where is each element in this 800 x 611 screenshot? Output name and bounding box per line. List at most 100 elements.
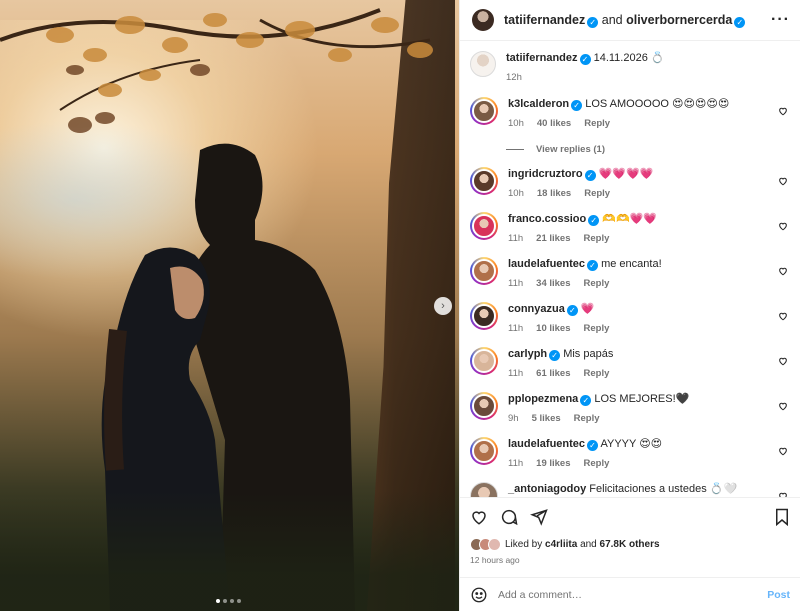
- commenter-username[interactable]: pplopezmena: [508, 393, 578, 405]
- comment-likes[interactable]: 10 likes: [536, 321, 570, 336]
- comment-time: 11h: [508, 323, 524, 334]
- carousel-dot: [223, 599, 227, 603]
- commenter-username[interactable]: _antoniagodoy: [508, 483, 586, 495]
- coauthor-username[interactable]: oliverbornercerda: [626, 13, 732, 27]
- commenter-username[interactable]: ingridcruztoro: [508, 168, 583, 180]
- comments-list: tatiifernandez ✓ 14.11.2026 💍 12h k3lcald…: [460, 41, 800, 497]
- likes-and-text: and: [580, 539, 597, 550]
- commenter-avatar[interactable]: [470, 302, 498, 330]
- comment-body: _antoniagodoy Felicitaciones a ustedes 💍…: [508, 482, 790, 497]
- share-icon[interactable]: [530, 508, 548, 526]
- heart-icon[interactable]: [778, 176, 788, 186]
- carousel-dot: [216, 599, 220, 603]
- post-authors: tatiifernandez ✓ and oliverbornercerda ✓: [504, 13, 771, 28]
- reply-button[interactable]: Reply: [584, 186, 610, 201]
- verified-icon: ✓: [571, 100, 583, 111]
- emoji-icon[interactable]: [470, 586, 488, 604]
- reply-button[interactable]: Reply: [584, 321, 610, 336]
- others-count[interactable]: 67.8K others: [600, 539, 660, 550]
- bookmark-icon[interactable]: [774, 508, 790, 526]
- comment-body: franco.cossioo ✓ 🫶🫶💗💗 11h 21 likes Reply: [508, 212, 790, 246]
- heart-icon[interactable]: [778, 491, 788, 497]
- carousel-dots: [216, 599, 241, 603]
- heart-icon[interactable]: [778, 311, 788, 321]
- heart-icon[interactable]: [470, 508, 488, 526]
- post-comment-button[interactable]: Post: [767, 589, 790, 601]
- comment-item: laudelafuentec ✓ me encanta! 11h 34 likes…: [470, 257, 790, 302]
- author-avatar[interactable]: [472, 9, 494, 31]
- more-options-icon[interactable]: ···: [771, 11, 790, 29]
- comment-item: connyazua ✓ 💗 11h 10 likes Reply: [470, 302, 790, 347]
- commenter-username[interactable]: k3lcalderon: [508, 98, 569, 110]
- comment-body: ingridcruztoro ✓ 💗💗💗💗 10h 18 likes Reply: [508, 167, 790, 201]
- reply-button[interactable]: Reply: [584, 276, 610, 291]
- reply-button[interactable]: Reply: [584, 366, 610, 381]
- caption-username[interactable]: tatiifernandez: [506, 52, 578, 64]
- heart-icon[interactable]: [778, 401, 788, 411]
- liker-avatars: [470, 538, 501, 551]
- comment-likes[interactable]: 19 likes: [536, 456, 570, 471]
- liked-by-text: Liked by: [505, 539, 543, 550]
- carousel-dot: [230, 599, 234, 603]
- comment-item: k3lcalderon ✓ LOS AMOOOOO 😍😍😍😍😍 10h 40 li…: [470, 97, 790, 142]
- verified-icon: ✓: [579, 54, 591, 65]
- comment-body: carlyph ✓ Mis papás 11h 61 likes Reply: [508, 347, 790, 381]
- ground-shadow: [0, 491, 459, 611]
- commenter-avatar[interactable]: [470, 347, 498, 375]
- author-username[interactable]: tatiifernandez: [504, 13, 585, 27]
- likes-summary: Liked by c4rliita and 67.8K others: [470, 538, 790, 551]
- commenter-avatar[interactable]: [470, 97, 498, 125]
- commenter-avatar[interactable]: [470, 392, 498, 420]
- post-photo[interactable]: ›: [0, 0, 459, 611]
- comment-body: pplopezmena ✓ LOS MEJORES!🖤 9h 5 likes Re…: [508, 392, 790, 426]
- comment-item: ingridcruztoro ✓ 💗💗💗💗 10h 18 likes Reply: [470, 167, 790, 212]
- reply-button[interactable]: Reply: [584, 116, 610, 131]
- heart-icon[interactable]: [778, 221, 788, 231]
- heart-icon[interactable]: [778, 106, 788, 116]
- replies-line: [506, 149, 524, 150]
- carousel-dot: [237, 599, 241, 603]
- comment-icon[interactable]: [500, 508, 518, 526]
- view-replies-button[interactable]: View replies (1): [506, 144, 790, 155]
- autumn-leaves: [0, 8, 433, 133]
- commenter-avatar[interactable]: [470, 482, 498, 497]
- comment-likes[interactable]: 5 likes: [532, 411, 561, 426]
- comment-body: laudelafuentec ✓ AYYYY 😍😍 11h 19 likes Re…: [508, 437, 790, 471]
- chevron-right-icon[interactable]: ›: [434, 297, 452, 315]
- commenter-username[interactable]: connyazua: [508, 303, 565, 315]
- commenter-username[interactable]: franco.cossioo: [508, 213, 586, 225]
- and-text: and: [601, 12, 623, 27]
- reply-button[interactable]: Reply: [574, 411, 600, 426]
- commenter-avatar[interactable]: [470, 167, 498, 195]
- comment-likes[interactable]: 34 likes: [536, 276, 570, 291]
- comment-time: 9h: [508, 413, 519, 424]
- post-timestamp: 12 hours ago: [470, 555, 520, 565]
- comment-text: 🫶🫶💗💗: [602, 213, 658, 225]
- comment-likes[interactable]: 40 likes: [537, 116, 571, 131]
- verified-icon: ✓: [584, 170, 596, 181]
- commenter-avatar[interactable]: [470, 257, 498, 285]
- comment-item: franco.cossioo ✓ 🫶🫶💗💗 11h 21 likes Reply: [470, 212, 790, 257]
- commenter-avatar[interactable]: [470, 212, 498, 240]
- heart-icon[interactable]: [778, 266, 788, 276]
- commenter-username[interactable]: laudelafuentec: [508, 438, 585, 450]
- post-panel: tatiifernandez ✓ and oliverbornercerda ✓ ·…: [459, 0, 800, 611]
- heart-icon[interactable]: [778, 446, 788, 456]
- heart-icon[interactable]: [778, 356, 788, 366]
- liker-username[interactable]: c4rliita: [545, 539, 577, 550]
- caption-avatar[interactable]: [470, 51, 496, 77]
- comment-text: 💗: [580, 303, 595, 315]
- verified-icon: ✓: [587, 16, 599, 28]
- comment-likes[interactable]: 21 likes: [536, 231, 570, 246]
- commenter-avatar[interactable]: [470, 437, 498, 465]
- reply-button[interactable]: Reply: [584, 456, 610, 471]
- verified-icon: ✓: [588, 215, 600, 226]
- comment-time: 10h: [508, 188, 524, 199]
- comment-time: 11h: [508, 278, 524, 289]
- comment-likes[interactable]: 18 likes: [537, 186, 571, 201]
- commenter-username[interactable]: carlyph: [508, 348, 547, 360]
- comment-likes[interactable]: 61 likes: [536, 366, 570, 381]
- comment-input[interactable]: [498, 588, 768, 601]
- commenter-username[interactable]: laudelafuentec: [508, 258, 585, 270]
- reply-button[interactable]: Reply: [584, 231, 610, 246]
